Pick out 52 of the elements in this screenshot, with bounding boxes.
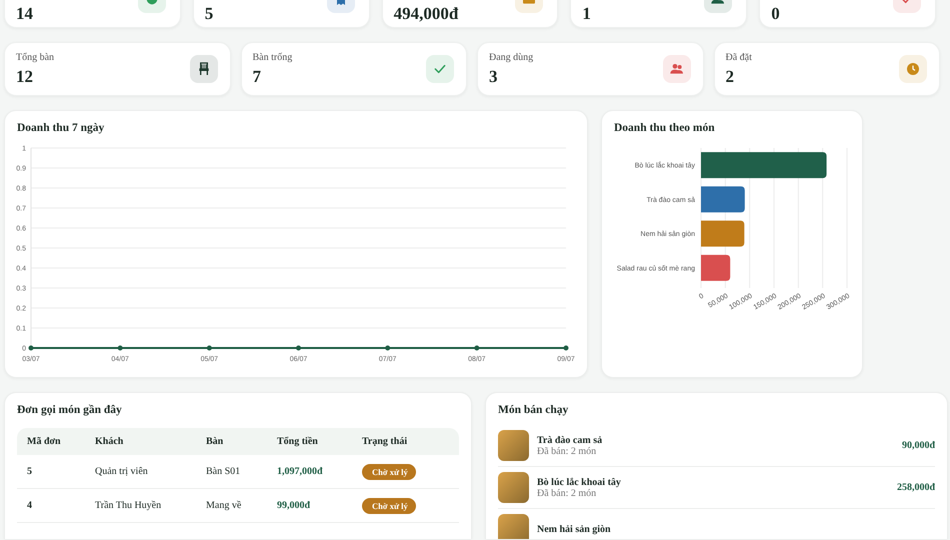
dish-photo	[498, 430, 529, 461]
table-cell-text: 5	[26, 466, 33, 477]
data-point	[296, 346, 301, 350]
column-header: Bàn	[205, 436, 224, 447]
table-cell-text: Mang về	[205, 500, 242, 511]
data-point	[118, 346, 123, 350]
card-title: Món bán chạy	[498, 404, 570, 416]
table-cell-text: 99,000đ	[276, 500, 312, 511]
stat-label: Tổng bàn	[16, 52, 54, 62]
status-badge: Chờ xử lý	[362, 464, 416, 480]
data-point	[474, 346, 480, 350]
table-cell-text: Bàn S01	[205, 466, 242, 477]
stat-value: 5	[204, 4, 214, 24]
stat-label: Đang dùng	[489, 52, 534, 62]
dish-name: Trà đào cam sả	[537, 434, 604, 446]
dish-revenue: 258,000đ	[896, 482, 935, 493]
table-cell-text: Trần Thu Huyền	[94, 500, 162, 511]
data-point	[564, 346, 568, 350]
column-header: Trạng thái	[361, 436, 408, 447]
column-header: Khách	[94, 436, 124, 447]
dish-photo	[498, 472, 529, 503]
bar	[701, 220, 744, 247]
table-cell-text: Quản trị viên	[94, 466, 149, 477]
dish-photo	[498, 514, 529, 539]
card-title: Đơn gọi món gần đây	[17, 404, 123, 416]
card-title: Doanh thu 7 ngày	[17, 122, 106, 134]
column-header: Tổng tiền	[276, 436, 319, 447]
stat-label: Đã đặt	[726, 52, 752, 62]
bar	[701, 186, 745, 212]
table-cell-text: 4	[26, 500, 33, 511]
table-cell-text: 1,097,000đ	[276, 466, 324, 477]
dish-revenue: 90,000đ	[902, 440, 935, 451]
data-point	[28, 346, 34, 350]
sold-count: Đã bán: 2 món	[537, 446, 598, 456]
stat-label: Bàn trống	[252, 52, 292, 62]
dish-name: Nem hải sản giòn	[537, 524, 612, 535]
status-badge: Chờ xử lý	[362, 498, 416, 514]
stat-value: 1	[582, 4, 591, 24]
dish-name: Bò lúc lắc khoai tây	[537, 476, 622, 488]
column-header: Mã đơn	[26, 436, 62, 447]
data-point	[385, 346, 390, 350]
stat-value: 12	[16, 66, 34, 86]
stat-value: 3	[489, 66, 498, 86]
stat-value: 0	[771, 4, 780, 24]
sold-count: Đã bán: 2 món	[537, 488, 598, 498]
data-point	[206, 346, 212, 350]
stat-value: 2	[726, 66, 735, 86]
stat-value: 14	[16, 4, 33, 24]
card-title: Doanh thu theo món	[614, 122, 716, 134]
bar	[701, 254, 730, 281]
stat-value: 7	[252, 66, 262, 86]
stat-value: 494,000đ	[394, 4, 458, 24]
